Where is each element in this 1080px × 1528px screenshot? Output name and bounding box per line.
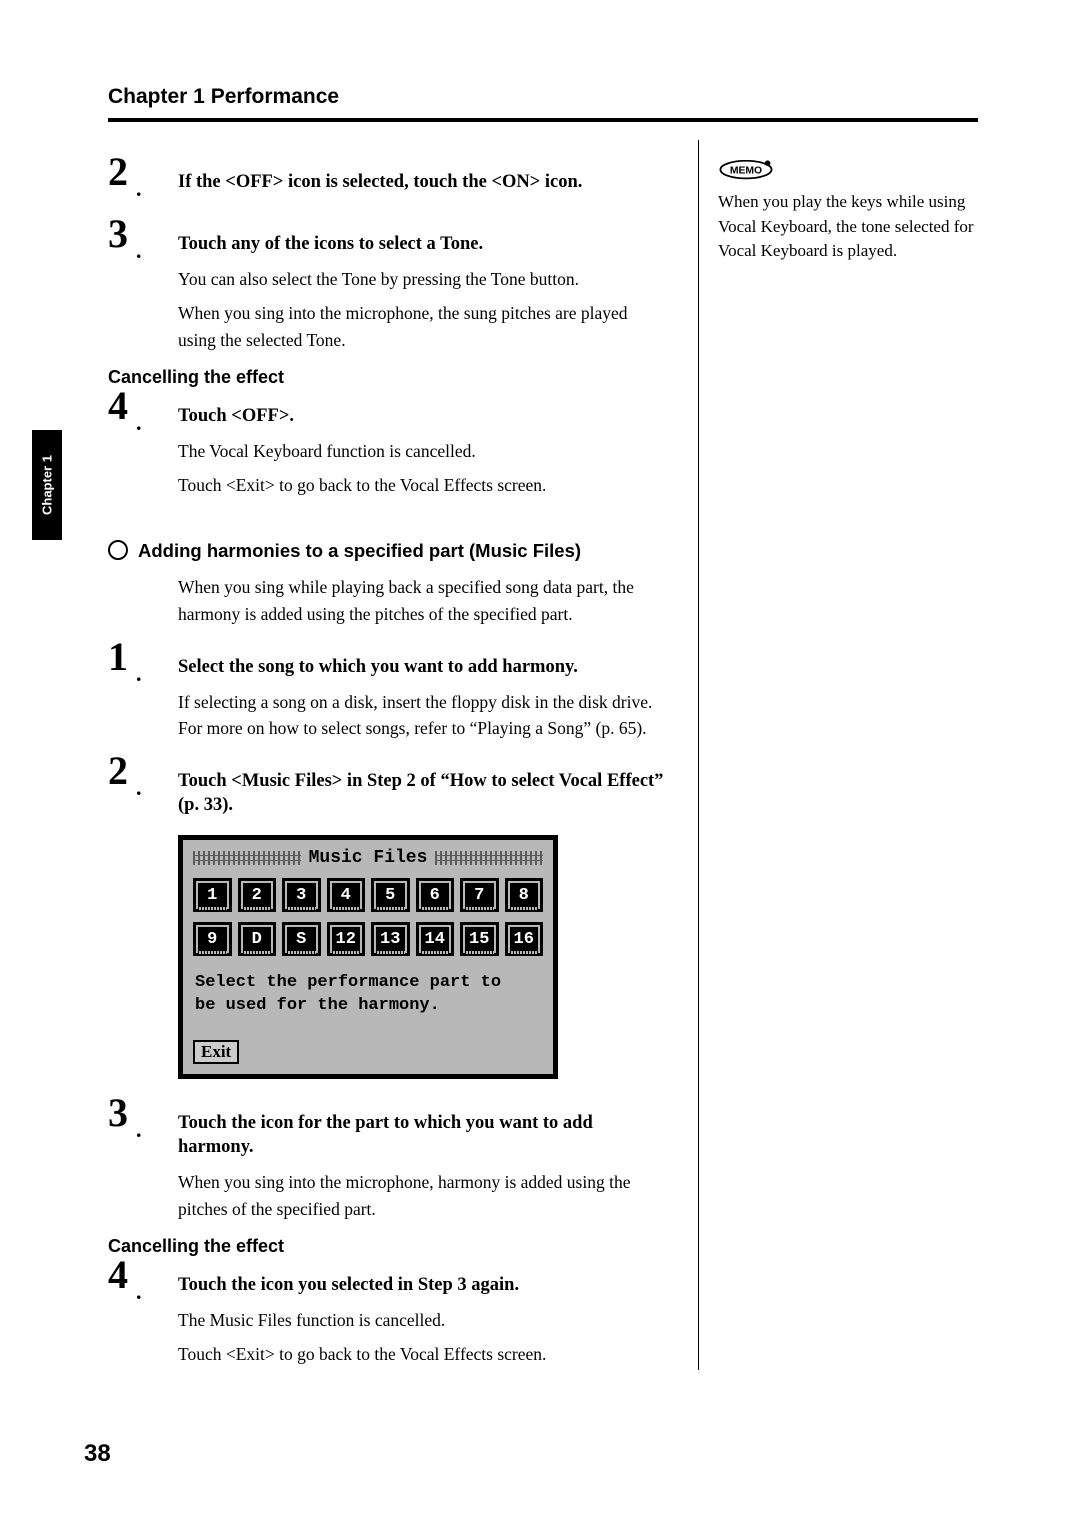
part-button-13[interactable]: 13 [371,922,410,956]
step-heading: Touch the icon you selected in Step 3 ag… [178,1267,666,1297]
step-a4: 4 . Touch the icon you selected in Step … [108,1267,666,1368]
step-number: 3 [108,210,128,257]
body-text: The Vocal Keyboard function is cancelled… [178,438,666,464]
body-text: Touch <Exit> to go back to the Vocal Eff… [178,472,666,498]
step-dot: . [136,661,142,687]
step-a2: 2 . Touch <Music Files> in Step 2 of “Ho… [108,763,666,817]
step-number: 2 [108,148,128,195]
step-body: The Vocal Keyboard function is cancelled… [178,438,666,499]
part-button-s[interactable]: S [282,922,321,956]
body-text: You can also select the Tone by pressing… [178,266,666,292]
side-column: MEMO When you play the keys while using … [718,160,978,264]
body-text: The Music Files function is cancelled. [178,1307,666,1333]
msg-line: be used for the harmony. [195,996,440,1015]
decoration-icon [435,851,543,865]
body-text: When you sing into the microphone, the s… [178,300,666,353]
body-text: Touch <Exit> to go back to the Vocal Eff… [178,1341,666,1367]
screen-title-row: Music Files [193,848,543,868]
step-heading: Select the song to which you want to add… [178,649,666,679]
part-button-1[interactable]: 1 [193,878,232,912]
step-dot: . [136,775,142,801]
page-number: 38 [84,1440,111,1468]
step-heading: Touch <OFF>. [178,398,666,428]
bullet-circle-icon [108,540,128,560]
step-dot: . [136,1117,142,1143]
screen-title: Music Files [309,848,428,868]
header-rule [108,118,978,122]
part-button-12[interactable]: 12 [327,922,366,956]
part-button-16[interactable]: 16 [505,922,544,956]
page-header: Chapter 1 Performance [108,85,339,109]
step-heading: Touch the icon for the part to which you… [178,1105,666,1159]
part-button-7[interactable]: 7 [460,878,499,912]
step-heading: Touch any of the icons to select a Tone. [178,226,666,256]
chapter-tab: Chapter 1 [32,430,62,540]
step-a3: 3 . Touch the icon for the part to which… [108,1105,666,1222]
step-2: 2 . If the <OFF> icon is selected, touch… [108,164,666,204]
section-title: Adding harmonies to a specified part (Mu… [138,540,581,561]
screen-music-files: Music Files 1 2 3 4 5 6 7 8 9 D S 12 13 … [178,835,558,1079]
step-heading: Touch <Music Files> in Step 2 of “How to… [178,763,666,817]
body-text: If selecting a song on a disk, insert th… [178,689,666,742]
button-row-1: 1 2 3 4 5 6 7 8 [193,878,543,912]
step-3: 3 . Touch any of the icons to select a T… [108,226,666,353]
step-dot: . [136,410,142,436]
msg-line: Select the performance part to [195,973,501,992]
step-dot: . [136,176,142,202]
step-number: 1 [108,633,128,680]
step-a1: 1 . Select the song to which you want to… [108,649,666,742]
step-body: The Music Files function is cancelled. T… [178,1307,666,1368]
part-button-14[interactable]: 14 [416,922,455,956]
memo-icon: MEMO [718,160,774,184]
part-button-15[interactable]: 15 [460,922,499,956]
body-text: When you sing into the microphone, harmo… [178,1169,666,1222]
memo-text: When you play the keys while using Vocal… [718,190,978,264]
section-heading: Adding harmonies to a specified part (Mu… [108,540,666,562]
section-body: When you sing while playing back a speci… [178,574,666,627]
button-row-2: 9 D S 12 13 14 15 16 [193,922,543,956]
part-button-8[interactable]: 8 [505,878,544,912]
part-button-d[interactable]: D [238,922,277,956]
step-number: 4 [108,382,128,429]
column-divider [698,140,699,1370]
part-button-2[interactable]: 2 [238,878,277,912]
step-dot: . [136,1279,142,1305]
step-body: You can also select the Tone by pressing… [178,266,666,353]
screen-message: Select the performance part to be used f… [195,972,541,1018]
part-button-9[interactable]: 9 [193,922,232,956]
sub-heading-cancel: Cancelling the effect [108,367,666,388]
step-heading: If the <OFF> icon is selected, touch the… [178,164,666,194]
sub-heading-cancel: Cancelling the effect [108,1236,666,1257]
part-button-5[interactable]: 5 [371,878,410,912]
step-number: 3 [108,1089,128,1136]
exit-button[interactable]: Exit [193,1040,239,1064]
main-column: 2 . If the <OFF> icon is selected, touch… [108,150,666,1376]
step-4: 4 . Touch <OFF>. The Vocal Keyboard func… [108,398,666,499]
part-button-4[interactable]: 4 [327,878,366,912]
step-dot: . [136,238,142,264]
part-button-6[interactable]: 6 [416,878,455,912]
step-number: 4 [108,1251,128,1298]
step-body: When you sing into the microphone, harmo… [178,1169,666,1222]
decoration-icon [193,851,301,865]
part-button-3[interactable]: 3 [282,878,321,912]
svg-text:MEMO: MEMO [730,166,762,177]
step-body: If selecting a song on a disk, insert th… [178,689,666,742]
step-number: 2 [108,747,128,794]
